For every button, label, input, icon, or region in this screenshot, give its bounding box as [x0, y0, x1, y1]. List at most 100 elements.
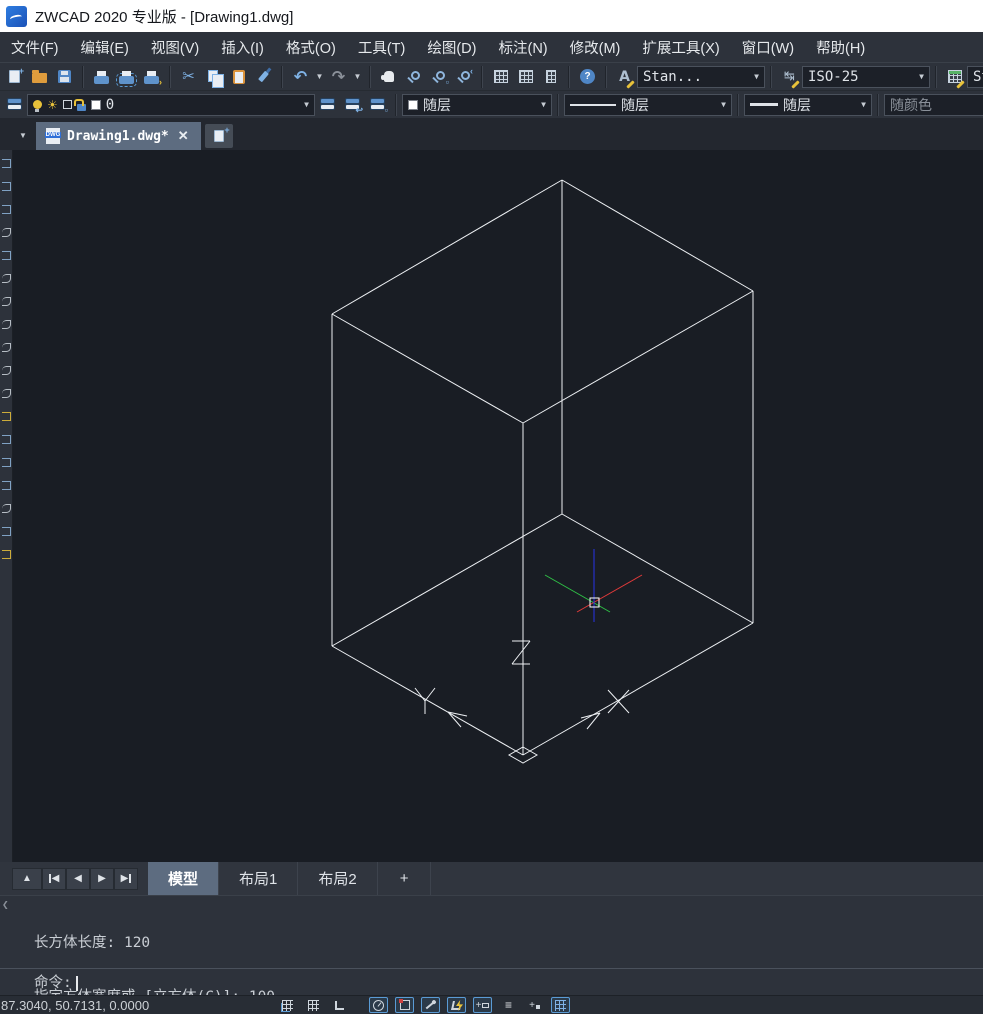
polar-toggle-icon[interactable] — [369, 997, 388, 1013]
color-select[interactable]: 随层 ▼ — [402, 94, 552, 116]
draw-tool-polygon-icon[interactable] — [2, 228, 11, 237]
next-layout-icon[interactable]: ▶ — [90, 868, 114, 890]
draw-tool-arc-icon[interactable] — [2, 274, 11, 283]
draw-tool-insert-block-icon[interactable] — [2, 412, 11, 421]
draw-tool-ellipse-icon[interactable] — [2, 366, 11, 375]
pan-icon[interactable] — [376, 65, 401, 89]
draw-tool-spline-icon[interactable] — [2, 343, 11, 352]
draw-tool-make-block-icon[interactable] — [2, 435, 11, 444]
paste-icon[interactable] — [226, 65, 251, 89]
dim-style-icon[interactable]: ↹ — [777, 65, 802, 89]
zoom-window-icon[interactable]: ▫ — [426, 65, 451, 89]
otrack-toggle-icon[interactable] — [421, 997, 440, 1013]
table-cells-icon[interactable] — [513, 65, 538, 89]
lineweight-select[interactable]: 随层 ▼ — [744, 94, 872, 116]
undo-dropdown-icon[interactable]: ▼ — [313, 65, 326, 89]
draw-tool-gradient-icon[interactable] — [2, 504, 11, 513]
open-file-icon[interactable] — [27, 65, 52, 89]
zoom-previous-icon[interactable]: ‹ — [451, 65, 476, 89]
layer-previous-icon[interactable]: ↩ — [340, 93, 365, 117]
cut-icon[interactable]: ✂ — [176, 65, 201, 89]
add-layout-icon[interactable]: + — [378, 862, 432, 895]
menu-modify[interactable]: 修改(M) — [559, 32, 632, 62]
draw-tool-polyline-icon[interactable] — [2, 205, 11, 214]
new-file-icon[interactable]: + — [2, 65, 27, 89]
last-layout-icon[interactable]: ▶ — [114, 868, 138, 890]
app-logo-icon[interactable] — [6, 6, 27, 27]
menu-file[interactable]: 文件(F) — [0, 32, 70, 62]
command-separator — [0, 968, 983, 969]
layout-popup-icon[interactable]: ▲ — [12, 868, 42, 890]
table-style-select[interactable]: Stan...▼ — [967, 66, 983, 88]
model-canvas[interactable] — [13, 150, 983, 862]
lineweight-toggle-icon[interactable]: ≡ — [499, 997, 518, 1013]
plot-icon[interactable] — [89, 65, 114, 89]
menu-edit[interactable]: 编辑(E) — [70, 32, 140, 62]
doc-tab-active[interactable]: DWG Drawing1.dwg* ✕ — [36, 122, 201, 150]
text-style-icon[interactable]: A — [612, 65, 637, 89]
menu-tools[interactable]: 工具(T) — [347, 32, 417, 62]
layer-on-icon[interactable] — [33, 100, 42, 109]
draw-tool-hatch-icon[interactable] — [2, 481, 11, 490]
draw-tool-xline-icon[interactable] — [2, 182, 11, 191]
tab-layout1[interactable]: 布局1 — [219, 862, 298, 895]
draw-tool-ellipse-arc-icon[interactable] — [2, 389, 11, 398]
draw-tool-line-icon[interactable] — [2, 159, 11, 168]
menu-insert[interactable]: 插入(I) — [210, 32, 275, 62]
draw-tool-region-icon[interactable] — [2, 527, 11, 536]
draw-tool-revcloud-icon[interactable] — [2, 320, 11, 329]
draw-tool-circle-icon[interactable] — [2, 297, 11, 306]
save-icon[interactable] — [52, 65, 77, 89]
plot-preview-icon[interactable] — [114, 65, 139, 89]
match-properties-icon[interactable] — [251, 65, 276, 89]
layer-lock-icon[interactable] — [77, 104, 86, 111]
menu-view[interactable]: 视图(V) — [140, 32, 210, 62]
layer-freeze-icon[interactable]: ☀ — [47, 99, 58, 111]
snap-toggle-icon[interactable] — [278, 997, 297, 1013]
dim-style-select[interactable]: ISO-25▼ — [802, 66, 930, 88]
dyn-toggle-icon[interactable] — [447, 997, 466, 1013]
prev-layout-icon[interactable]: ◀ — [66, 868, 90, 890]
help-icon[interactable]: ? — [575, 65, 600, 89]
menu-help[interactable]: 帮助(H) — [805, 32, 876, 62]
doc-tab-menu-icon[interactable]: ▼ — [14, 123, 32, 149]
layer-select[interactable]: ☀ 0 ▼ — [27, 94, 315, 116]
sheet-set-icon[interactable] — [538, 65, 563, 89]
first-layout-icon[interactable]: ◀ — [42, 868, 66, 890]
plot-export-icon[interactable]: › — [139, 65, 164, 89]
linetype-select[interactable]: 随层 ▼ — [564, 94, 732, 116]
table-style-icon[interactable] — [942, 65, 967, 89]
command-input-row[interactable]: 命令: — [34, 974, 78, 992]
menu-window[interactable]: 窗口(W) — [731, 32, 805, 62]
draw-tool-point-icon[interactable] — [2, 458, 11, 467]
new-doc-tab-icon[interactable]: + — [205, 124, 233, 148]
menu-format[interactable]: 格式(O) — [275, 32, 347, 62]
text-style-select[interactable]: Stan...▼ — [637, 66, 765, 88]
undo-icon[interactable]: ↶ — [288, 65, 313, 89]
quick-properties-toggle-icon[interactable]: + — [525, 997, 544, 1013]
make-layer-current-icon[interactable] — [315, 93, 340, 117]
command-window[interactable]: ❮ 长方体长度: 120 指定方体宽度或 [立方体(C)]: 100 长方体高度… — [0, 895, 983, 995]
draw-tool-mtext-icon[interactable] — [2, 550, 11, 559]
osnap-toggle-icon[interactable] — [395, 997, 414, 1013]
ducs-toggle-icon[interactable]: + — [473, 997, 492, 1013]
menu-dimension[interactable]: 标注(N) — [487, 32, 558, 62]
redo-icon[interactable]: ↷ — [326, 65, 351, 89]
tab-layout2[interactable]: 布局2 — [298, 862, 377, 895]
menu-draw[interactable]: 绘图(D) — [416, 32, 487, 62]
workspace-toggle-icon[interactable] — [551, 997, 570, 1013]
zoom-realtime-icon[interactable] — [401, 65, 426, 89]
copy-icon[interactable] — [201, 65, 226, 89]
ortho-toggle-icon[interactable] — [330, 997, 349, 1013]
grid-toggle-icon[interactable] — [304, 997, 323, 1013]
doc-tab-close-icon[interactable]: ✕ — [176, 128, 191, 144]
command-scroll-chevron-icon[interactable]: ❮ — [2, 898, 9, 911]
table-icon[interactable] — [488, 65, 513, 89]
draw-tool-rectangle-icon[interactable] — [2, 251, 11, 260]
layer-states-icon[interactable]: ▫ — [365, 93, 390, 117]
menu-express-tools[interactable]: 扩展工具(X) — [631, 32, 730, 62]
layer-manager-icon[interactable] — [2, 93, 27, 117]
layer-vp-freeze-icon[interactable] — [63, 100, 72, 109]
tab-model[interactable]: 模型 — [148, 862, 219, 895]
redo-dropdown-icon[interactable]: ▼ — [351, 65, 364, 89]
